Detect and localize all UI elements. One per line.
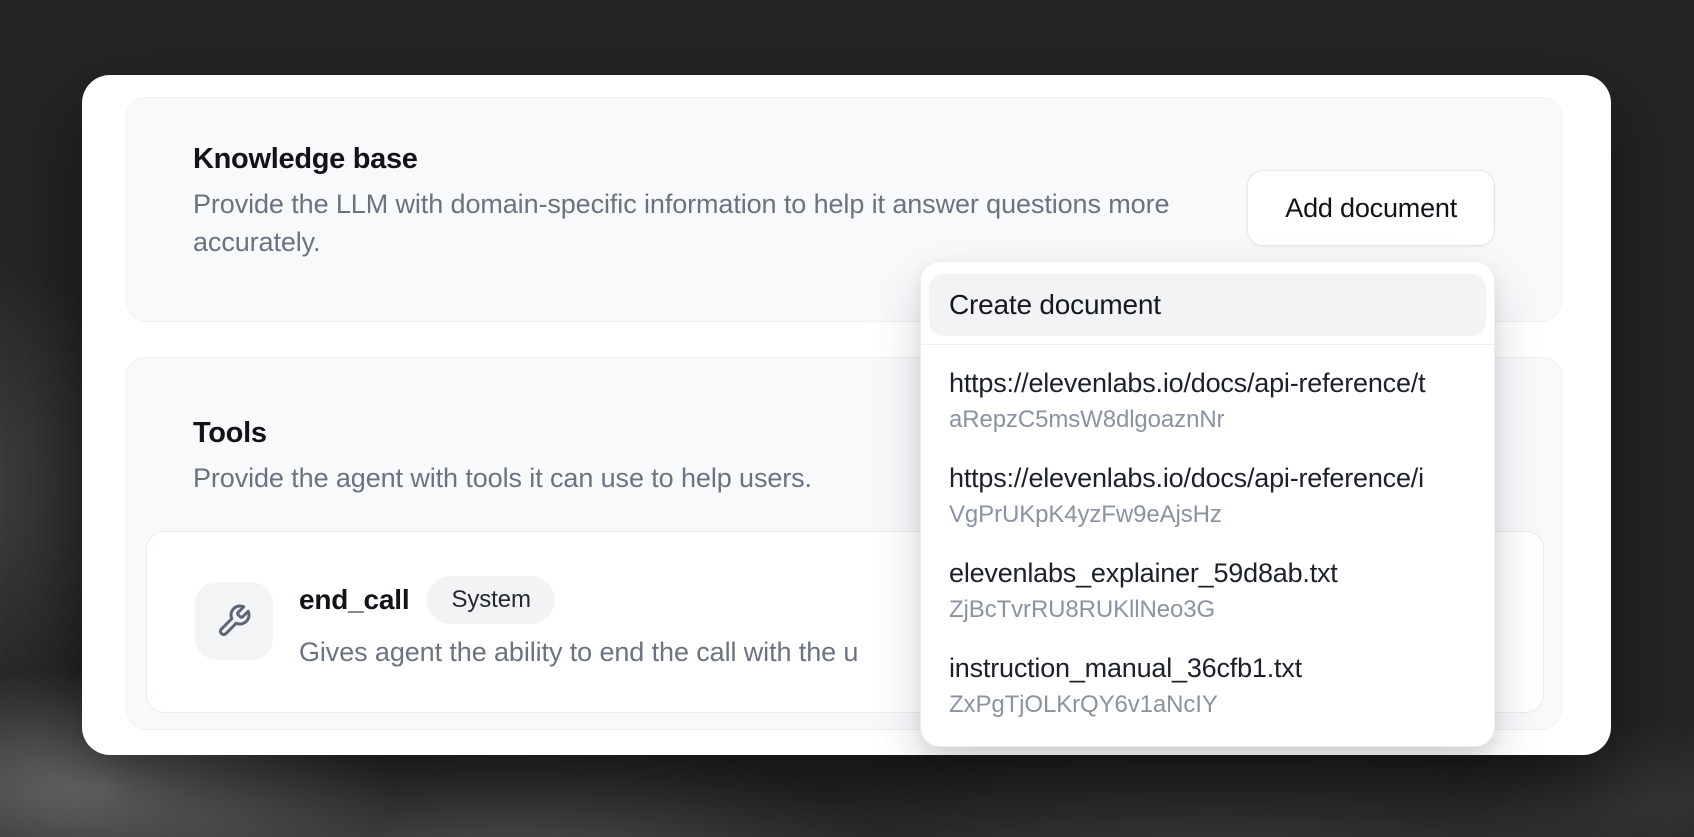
menu-item-document-2[interactable]: https://elevenlabs.io/docs/api-reference… bbox=[921, 448, 1494, 543]
document-title: instruction_manual_36cfb1.txt bbox=[949, 651, 1494, 685]
document-title: elevenlabs_explainer_59d8ab.txt bbox=[949, 556, 1494, 590]
document-id: aRepzC5msW8dlgoaznNr bbox=[949, 405, 1494, 435]
wrench-icon bbox=[216, 603, 252, 639]
document-id: VgPrUKpK4yzFw9eAjsHz bbox=[949, 500, 1494, 530]
knowledge-base-description: Provide the LLM with domain-specific inf… bbox=[193, 185, 1253, 261]
add-document-button[interactable]: Add document bbox=[1247, 170, 1495, 246]
knowledge-base-title: Knowledge base bbox=[193, 140, 1253, 178]
document-title: https://elevenlabs.io/docs/api-reference… bbox=[949, 366, 1494, 400]
document-list: https://elevenlabs.io/docs/api-reference… bbox=[921, 345, 1494, 743]
page-background: Knowledge base Provide the LLM with doma… bbox=[0, 0, 1694, 837]
agent-settings-panel: Knowledge base Provide the LLM with doma… bbox=[82, 75, 1611, 755]
menu-item-document-1[interactable]: https://elevenlabs.io/docs/api-reference… bbox=[921, 353, 1494, 448]
menu-item-document-3[interactable]: elevenlabs_explainer_59d8ab.txt ZjBcTvrR… bbox=[921, 543, 1494, 638]
menu-item-create-document[interactable]: Create document bbox=[929, 274, 1486, 336]
system-badge: System bbox=[427, 576, 554, 624]
knowledge-base-text: Knowledge base Provide the LLM with doma… bbox=[193, 140, 1253, 261]
tool-name: end_call bbox=[299, 584, 409, 616]
document-title: https://elevenlabs.io/docs/api-reference… bbox=[949, 461, 1494, 495]
add-document-menu: Create document https://elevenlabs.io/do… bbox=[920, 261, 1495, 747]
menu-item-document-4[interactable]: instruction_manual_36cfb1.txt ZxPgTjOLKr… bbox=[921, 638, 1494, 733]
document-id: ZxPgTjOLKrQY6v1aNcIY bbox=[949, 690, 1494, 720]
tool-icon-tile bbox=[195, 582, 273, 660]
document-id: ZjBcTvrRU8RUKllNeo3G bbox=[949, 595, 1494, 625]
